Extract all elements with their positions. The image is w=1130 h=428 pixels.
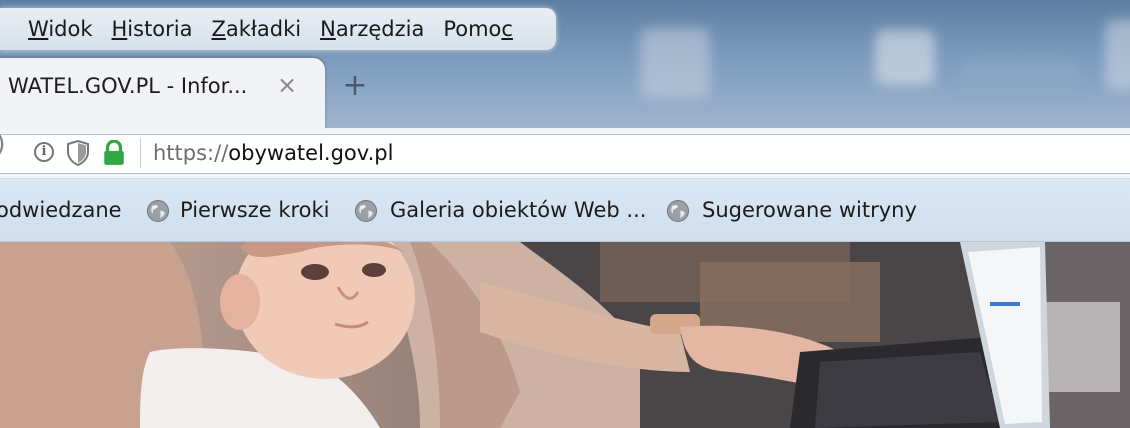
back-button-edge[interactable]: ): [0, 130, 5, 158]
globe-icon: [355, 200, 377, 222]
url-separator: [140, 138, 141, 168]
background-blur: [640, 28, 710, 98]
secure-lock-icon[interactable]: [102, 140, 126, 166]
globe-icon: [667, 200, 689, 222]
background-blur: [1105, 20, 1130, 90]
bookmark-suggested-sites[interactable]: Sugerowane witryny: [702, 198, 917, 222]
bookmark-getting-started[interactable]: Pierwsze kroki: [180, 198, 330, 222]
background-blur: [960, 60, 1080, 100]
new-tab-button[interactable]: +: [338, 70, 372, 104]
info-icon[interactable]: i: [34, 142, 54, 162]
menu-item-history[interactable]: Historia: [112, 17, 193, 41]
tracking-shield-icon[interactable]: [66, 140, 90, 166]
menu-item-view[interactable]: Widok: [28, 17, 93, 41]
globe-icon: [147, 200, 169, 222]
menu-item-help[interactable]: Pomoc: [443, 17, 513, 41]
menu-item-bookmarks[interactable]: Zakładki: [212, 17, 302, 41]
url-domain: obywatel.gov.pl: [228, 141, 394, 165]
close-tab-icon[interactable]: ×: [272, 70, 302, 100]
menu-item-tools[interactable]: Narzędzia: [320, 17, 424, 41]
bookmark-web-slice-gallery[interactable]: Galeria obiektów Web ...: [390, 198, 646, 222]
menu-bar: Widok Historia Zakładki Narzędzia Pomoc: [0, 8, 556, 50]
url-text[interactable]: https://obywatel.gov.pl: [153, 141, 393, 165]
hero-photo: [0, 242, 1130, 428]
navigation-bar: ) i https://obywatel.gov.pl: [0, 128, 1130, 179]
tab-title[interactable]: WATEL.GOV.PL - Infor...: [8, 74, 247, 98]
background-blur: [875, 30, 935, 85]
url-scheme: https://: [153, 141, 229, 165]
bookmark-most-visited[interactable]: odwiedzane: [0, 198, 122, 222]
hero-photo-art: [0, 242, 1130, 428]
bookmarks-toolbar: odwiedzane Pierwsze kroki Galeria obiekt…: [0, 179, 1130, 242]
